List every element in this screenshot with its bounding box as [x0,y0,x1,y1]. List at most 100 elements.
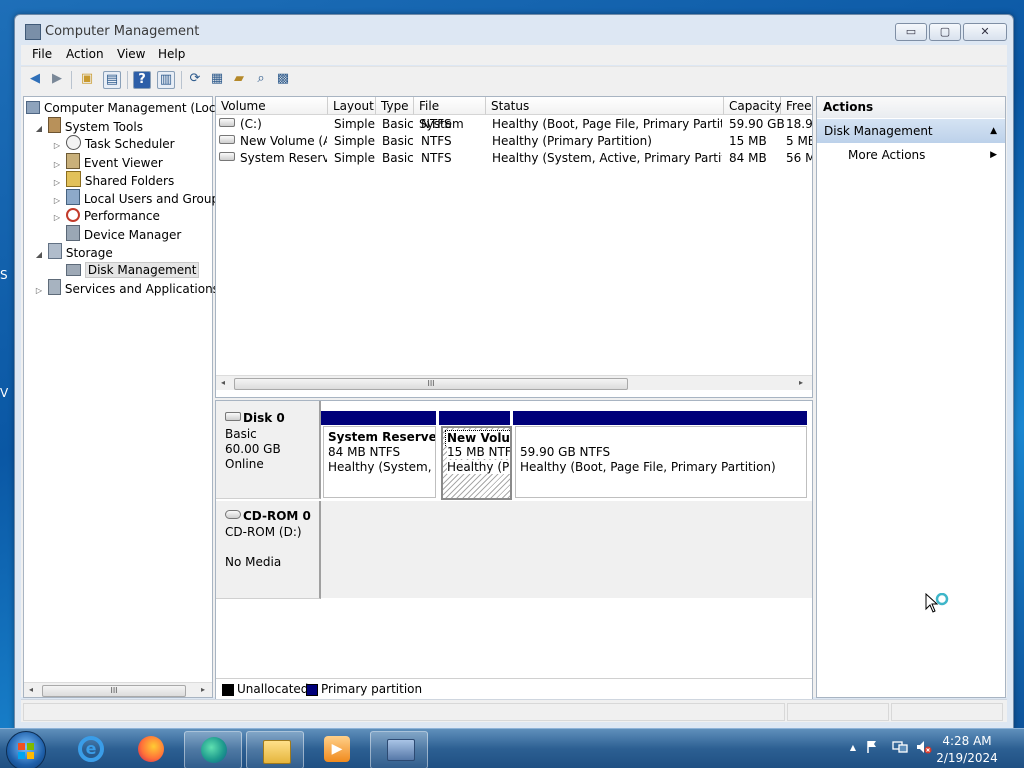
scroll-left-icon[interactable]: ◂ [221,376,225,390]
clock-date[interactable]: 2/19/2024 [932,751,1002,765]
volume-cell: (C:) [219,116,327,133]
free-cell: 56 M [786,151,812,165]
cd-rom-0-label[interactable]: CD-ROM 0 CD-ROM (D:) No Media [216,501,321,599]
console-tree: Computer Management (Local ◢ System Tool… [23,96,226,698]
disk-name: CD-ROM 0 [225,509,311,523]
show-hide-action-pane-icon[interactable]: ▥ [157,71,175,89]
column-header-file-system[interactable]: File System [414,97,486,131]
cd-rom-icon [225,510,241,519]
column-header-capacity[interactable]: Capacity [724,97,781,115]
volume-cell: New Volume (A:) [219,133,327,150]
start-button[interactable] [6,731,46,768]
network-icon[interactable] [892,740,908,754]
volume-name: New Volume (A:) [240,134,327,148]
collapse-arrow-icon[interactable]: ◢ [34,246,44,264]
column-header-status[interactable]: Status [486,97,724,115]
partition-system-reserved[interactable]: System Reserved 84 MB NTFS Healthy (Syst… [323,426,436,498]
refresh-icon[interactable]: ⟳ [187,71,203,87]
taskbar-edge[interactable] [184,731,242,768]
forward-arrow-icon[interactable]: ▶ [49,71,65,87]
partition-new-volume[interactable]: New Volume (A:) 15 MB NTF Healthy (Pr [441,426,512,500]
settings-icon[interactable]: ▩ [275,71,291,87]
free-cell: 5 MB [786,134,812,148]
column-header-volume[interactable]: Volume [216,97,328,115]
volume-muted-icon[interactable] [916,740,932,754]
capacity-cell: 59.90 GB [729,117,785,131]
tree-item-disk-management[interactable]: Disk Management [52,261,200,279]
device-manager-icon [65,225,80,241]
tree-item-shared-folders[interactable]: ▷ Shared Folders [52,171,174,189]
performance-icon [65,208,80,222]
partition-c-drive[interactable]: 59.90 GB NTFS Healthy (Boot, Page File, … [515,426,807,498]
volume-list-horizontal-scrollbar[interactable]: ◂ III ▸ [216,375,812,390]
help-icon[interactable]: ? [133,71,151,89]
scroll-right-icon[interactable]: ▸ [201,683,205,697]
partition-bar [439,411,510,425]
tree-item-event-viewer[interactable]: ▷ Event Viewer [52,153,163,171]
title-bar[interactable]: Computer Management ▭ ▢ ✕ [15,15,1013,45]
scroll-right-icon[interactable]: ▸ [799,376,803,390]
tree-label: Disk Management [84,262,200,278]
up-folder-icon[interactable]: ▣ [79,71,95,87]
volume-name: (C:) [240,117,262,131]
tree-item-services-and-applications[interactable]: ▷ Services and Applications [34,279,219,297]
tree-root[interactable]: Computer Management (Local [26,99,226,117]
busy-cursor-icon [925,592,949,613]
collapse-up-icon[interactable]: ▲ [990,119,997,143]
action-center-flag-icon[interactable] [866,740,878,754]
disk-name-text: Disk 0 [243,411,285,425]
open-icon[interactable]: ▰ [231,71,247,87]
tree-label: Shared Folders [84,174,175,188]
tree-item-storage[interactable]: ◢ Storage [34,243,113,261]
tree-item-performance[interactable]: ▷ Performance [52,207,160,225]
scrollbar-thumb[interactable]: III [234,378,628,390]
disk-0-label[interactable]: Disk 0 Basic 60.00 GB Online [216,401,321,499]
event-viewer-icon [65,153,80,169]
taskbar-computer-management[interactable] [370,731,428,768]
properties-icon[interactable]: ▦ [209,71,225,87]
show-hidden-icons-icon[interactable]: ▲ [850,743,856,752]
taskbar-media-player[interactable]: ▶ [308,731,364,767]
tree-item-local-users[interactable]: ▷ Local Users and Groups [52,189,225,207]
scrollbar-thumb[interactable]: III [42,685,186,697]
column-header-free[interactable]: Free [781,97,812,115]
tree-horizontal-scrollbar[interactable]: ◂ III ▸ [24,682,212,697]
action-more-actions[interactable]: More Actions ▶ [817,145,1005,165]
menu-action[interactable]: Action [66,47,104,61]
actions-section-disk-management[interactable]: Disk Management ▲ [817,119,1005,143]
maximize-button[interactable]: ▢ [929,23,961,41]
file-system-cell: NTFS [421,134,452,148]
client-area: Computer Management (Local ◢ System Tool… [21,93,1007,700]
legend-swatch-primary-partition [306,684,318,696]
taskbar-file-explorer[interactable] [246,731,304,768]
status-panel [891,703,1003,721]
menu-view[interactable]: View [117,47,145,61]
minimize-button[interactable]: ▭ [895,23,927,41]
taskbar-internet-explorer[interactable]: e [62,731,118,767]
submenu-arrow-icon: ▶ [990,150,997,160]
expand-arrow-icon[interactable]: ▷ [34,282,44,300]
disk-kind: Basic [225,427,257,441]
column-header-type[interactable]: Type [376,97,414,115]
file-system-cell: NTFS [421,151,452,165]
drive-icon [219,118,235,127]
status-panel [787,703,889,721]
close-button[interactable]: ✕ [963,23,1007,41]
media-player-icon: ▶ [324,736,350,762]
show-hide-tree-icon[interactable]: ▤ [103,71,121,89]
back-arrow-icon[interactable]: ◀ [27,71,43,87]
computer-management-icon [25,24,41,40]
taskbar-firefox[interactable] [122,731,178,767]
search-icon[interactable]: ⌕ [253,71,269,87]
collapse-arrow-icon[interactable]: ◢ [34,120,44,138]
menu-file[interactable]: File [32,47,52,61]
column-header-layout[interactable]: Layout [328,97,376,115]
tree-item-system-tools[interactable]: ◢ System Tools [34,117,143,135]
clock-time[interactable]: 4:28 AM [932,734,1002,748]
menu-help[interactable]: Help [158,47,185,61]
scroll-left-icon[interactable]: ◂ [29,683,33,697]
tree-item-device-manager[interactable]: Device Manager [52,225,181,243]
type-cell: Basic [382,117,414,131]
tree-item-task-scheduler[interactable]: ▷ Task Scheduler [52,135,175,153]
partition-bar [321,411,436,425]
